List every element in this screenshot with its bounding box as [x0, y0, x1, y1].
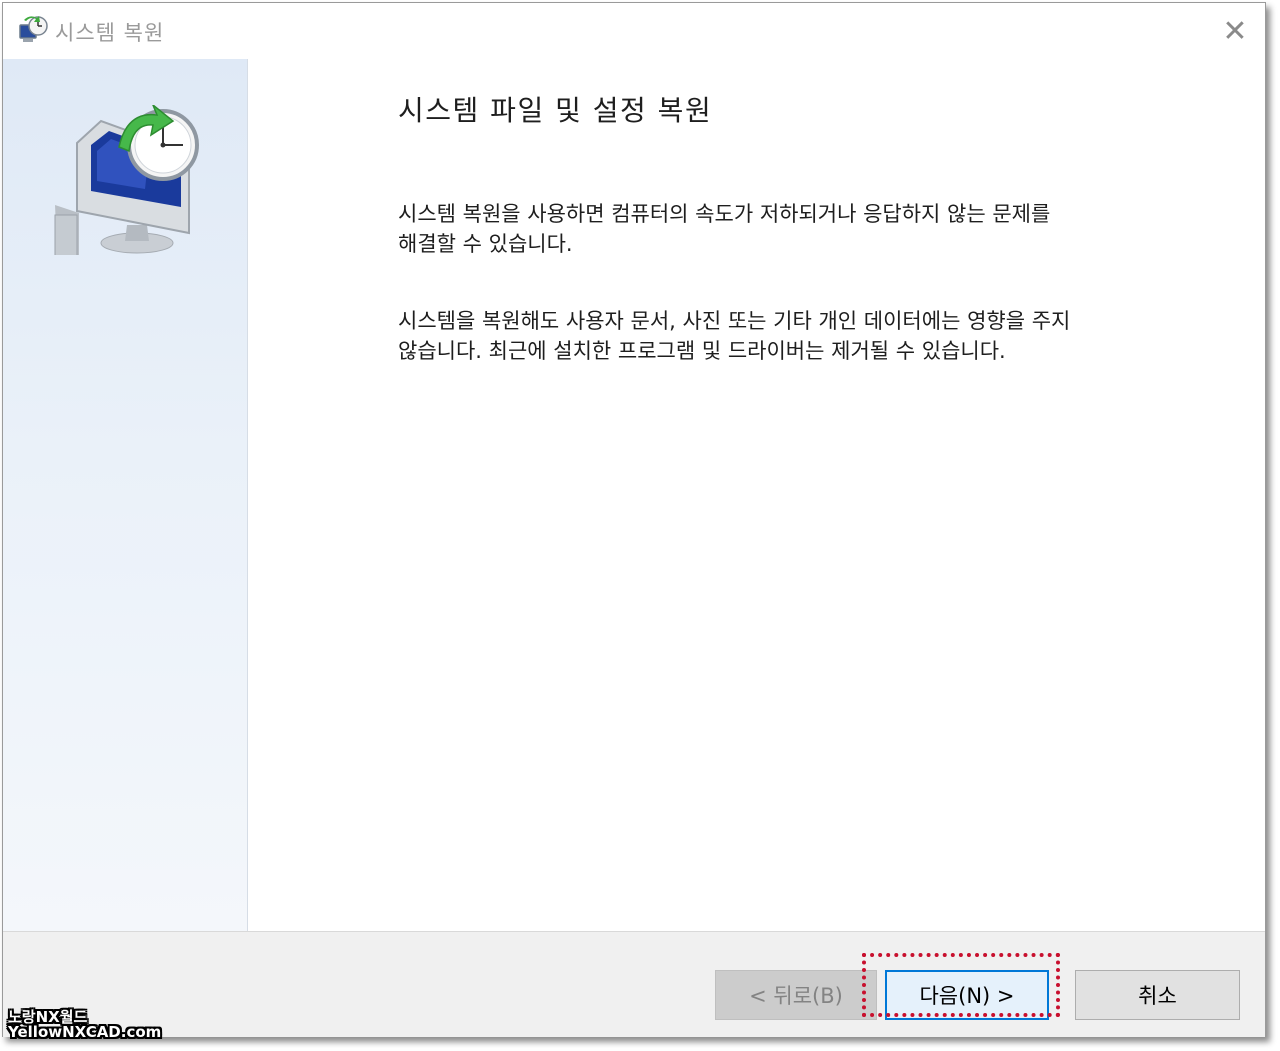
description-2-line-1: 시스템을 복원해도 사용자 문서, 사진 또는 기타 개인 데이터에는 영향을 … [398, 309, 1070, 333]
description-2-line-2: 않습니다. 최근에 설치한 프로그램 및 드라이버는 제거될 수 있습니다. [398, 339, 1006, 363]
title-bar[interactable]: 시스템 복원 ✕ [3, 3, 1265, 59]
description-1-line-2: 해결할 수 있습니다. [398, 232, 573, 256]
watermark: 노랑NX월드 YellowNXCAD.com [8, 1010, 161, 1040]
system-restore-monitor-clock-icon [49, 105, 209, 255]
close-button[interactable]: ✕ [1205, 3, 1265, 59]
window-title: 시스템 복원 [55, 17, 164, 47]
cancel-button[interactable]: 취소 [1075, 970, 1240, 1020]
description-1-line-1: 시스템 복원을 사용하면 컴퓨터의 속도가 저하되거나 응답하지 않는 문제를 [398, 202, 1050, 226]
system-restore-icon [17, 15, 49, 47]
main-content: 시스템 파일 및 설정 복원 시스템 복원을 사용하면 컴퓨터의 속도가 저하되… [248, 59, 1265, 931]
button-bar: < 뒤로(B) 다음(N) > 취소 [3, 931, 1265, 1037]
sidebar-panel [3, 59, 248, 931]
close-icon: ✕ [1222, 14, 1247, 49]
watermark-line-2: YellowNXCAD.com [8, 1025, 161, 1040]
description-paragraph-1: 시스템 복원을 사용하면 컴퓨터의 속도가 저하되거나 응답하지 않는 문제를 … [398, 199, 1188, 259]
description-paragraph-2: 시스템을 복원해도 사용자 문서, 사진 또는 기타 개인 데이터에는 영향을 … [398, 306, 1188, 366]
next-button[interactable]: 다음(N) > [885, 970, 1049, 1020]
system-restore-window: 시스템 복원 ✕ 시스템 파일 및 설정 복원 [2, 2, 1266, 1037]
back-button[interactable]: < 뒤로(B) [715, 970, 877, 1020]
page-heading: 시스템 파일 및 설정 복원 [398, 89, 712, 129]
